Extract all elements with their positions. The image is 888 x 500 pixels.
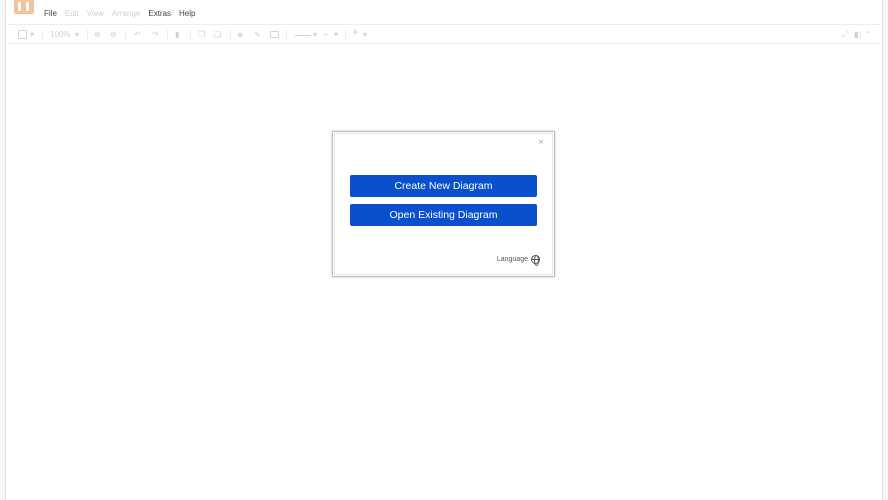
language-label: Language [496, 256, 528, 263]
zoom-out-icon[interactable]: ⊖ [110, 29, 117, 40]
close-icon[interactable]: × [538, 137, 544, 148]
connection-chevron-down-icon[interactable]: ▾ [313, 29, 317, 40]
menu-extras[interactable]: Extras [148, 9, 171, 21]
language-selector[interactable]: Language [496, 255, 540, 266]
collapse-icon[interactable]: ⌃ [865, 29, 872, 40]
toolbar-divider [125, 30, 126, 40]
toolbar-divider [190, 30, 191, 40]
toolbar-divider [286, 30, 287, 40]
app-logo [14, 0, 34, 14]
redo-icon[interactable]: ↷ [152, 29, 159, 40]
zoom-level[interactable]: 100% [50, 29, 70, 40]
delete-icon[interactable]: ▮ [175, 29, 179, 40]
menu-edit[interactable]: Edit [65, 9, 79, 21]
zoom-in-icon[interactable]: ⊕ [94, 29, 101, 40]
to-front-icon[interactable]: ❐ [198, 29, 205, 40]
shadow-icon[interactable] [270, 31, 279, 38]
chevron-down-icon[interactable]: ▾ [30, 29, 34, 40]
left-edge [0, 0, 6, 500]
menu-help[interactable]: Help [179, 9, 195, 21]
insert-chevron-down-icon[interactable]: ▾ [363, 29, 367, 40]
undo-icon[interactable]: ↶ [134, 29, 141, 40]
app-window: File Edit View Arrange Extras Help ▾ 100… [0, 0, 888, 500]
waypoints-chevron-down-icon[interactable]: ▾ [334, 29, 338, 40]
toolbar-divider [345, 30, 346, 40]
right-edge [882, 0, 888, 500]
menubar: File Edit View Arrange Extras Help [44, 9, 195, 21]
start-dialog: × Create New Diagram Open Existing Diagr… [332, 131, 555, 277]
menu-file[interactable]: File [44, 9, 57, 21]
to-back-icon[interactable]: ❏ [214, 29, 221, 40]
globe-icon [531, 255, 540, 266]
fullscreen-icon[interactable]: ⤢ [842, 29, 848, 40]
open-existing-diagram-button[interactable]: Open Existing Diagram [350, 204, 537, 226]
waypoints-icon[interactable]: ⌐ [324, 29, 329, 40]
toolbar-divider [87, 30, 88, 40]
menu-view[interactable]: View [87, 9, 104, 21]
line-color-icon[interactable]: ✎ [254, 29, 261, 40]
toolbar-divider [230, 30, 231, 40]
format-panel-icon[interactable]: ◧ [854, 29, 862, 40]
menu-arrange[interactable]: Arrange [112, 9, 140, 21]
insert-icon[interactable]: + [352, 26, 359, 38]
page-view-icon[interactable] [18, 30, 27, 39]
toolbar-divider [167, 30, 168, 40]
toolbar-divider [42, 30, 43, 40]
fill-color-icon[interactable]: ◈ [237, 29, 243, 40]
connection-icon[interactable] [295, 35, 311, 36]
create-new-diagram-button[interactable]: Create New Diagram [350, 175, 537, 197]
toolbar: ▾ 100% ▾ ⊕ ⊖ ↶ ↷ ▮ ❐ ❏ ◈ ✎ ▾ ⌐ ▾ + ▾ ⤢ ◧… [8, 24, 880, 44]
zoom-chevron-down-icon[interactable]: ▾ [75, 29, 79, 40]
